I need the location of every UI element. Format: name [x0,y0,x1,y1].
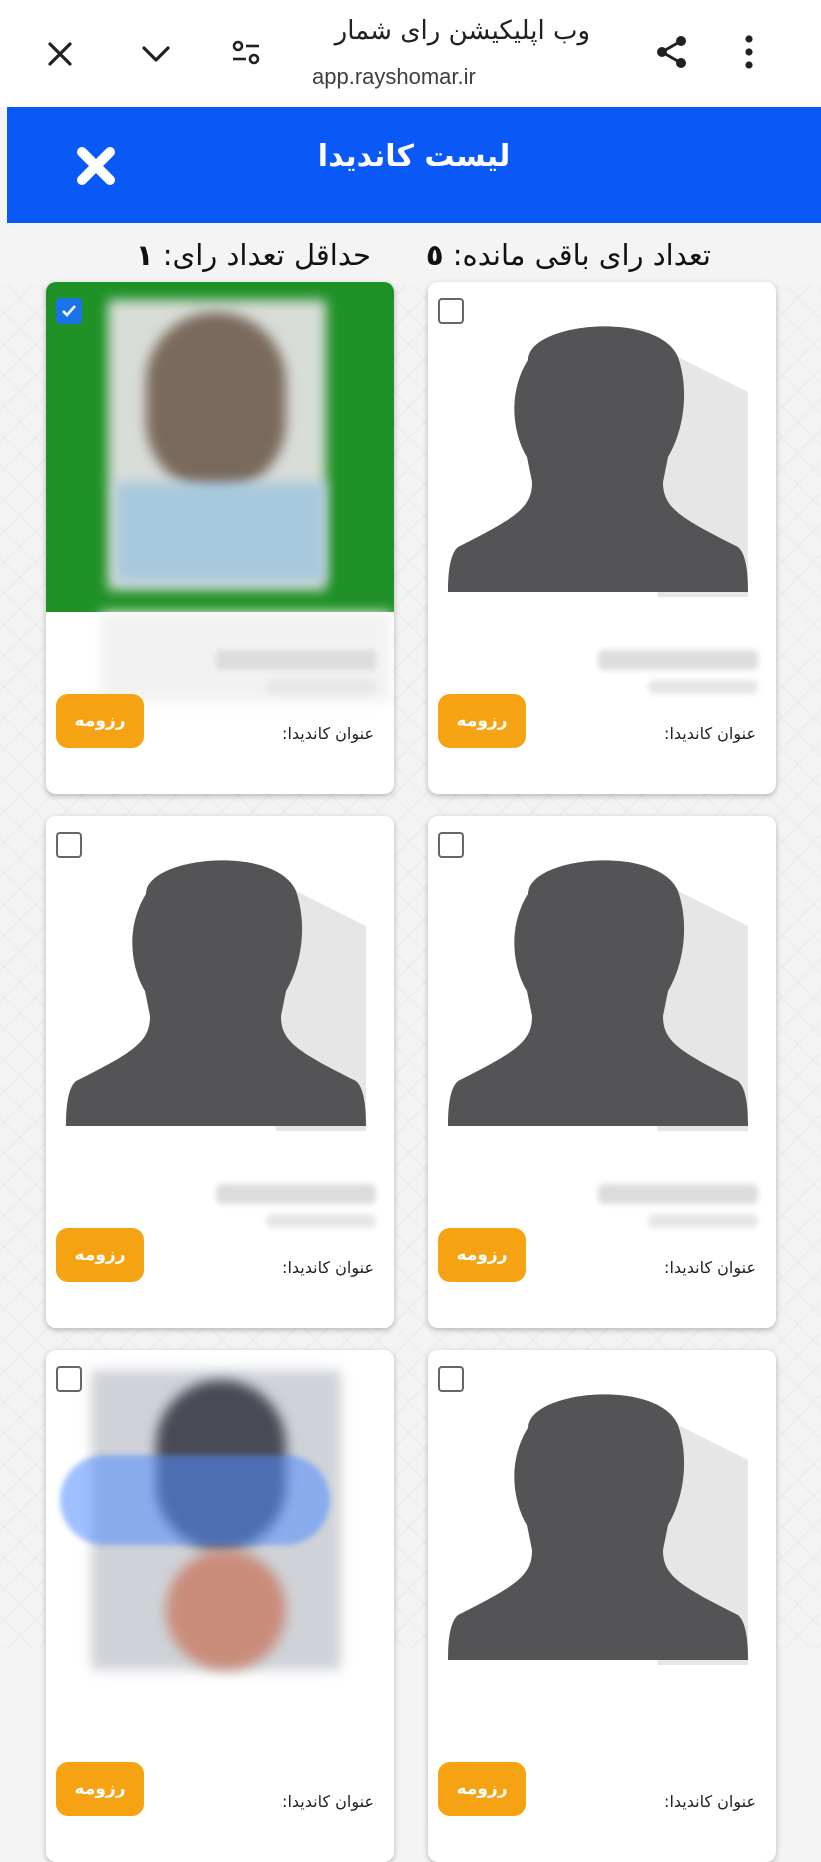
min-votes-label: حداقل تعداد رای: [162,238,371,272]
vote-info: تعداد رای باقی مانده: ٥ حداقل تعداد رای:… [0,238,821,284]
candidate-photo [428,282,776,630]
candidate-title-label: عنوان کاندیدا: [664,724,756,743]
browser-toolbar: وب اپلیکیشن رای شمار app.rayshomar.ir [0,0,821,107]
min-votes: حداقل تعداد رای: ١ [136,238,371,272]
candidate-name [216,1184,376,1204]
candidate-subtitle [266,1214,376,1228]
candidate-photo [428,816,776,1164]
candidate-checkbox[interactable] [438,832,464,858]
candidate-title-label: عنوان کاندیدا: [664,1792,756,1811]
candidate-checkbox[interactable] [56,832,82,858]
candidate-title-label: عنوان کاندیدا: [282,1258,374,1277]
candidate-card[interactable]: رزومه عنوان کاندیدا: [428,816,776,1328]
candidate-checkbox-checked[interactable] [56,298,82,324]
resume-button[interactable]: رزومه [56,694,144,748]
candidate-name [598,650,758,670]
resume-button[interactable]: رزومه [438,1228,526,1282]
share-icon[interactable] [648,28,696,76]
candidate-checkbox[interactable] [438,298,464,324]
candidate-title-label: عنوان کاندیدا: [282,1792,374,1811]
resume-button[interactable]: رزومه [438,694,526,748]
remaining-votes-label: تعداد رای باقی مانده: [452,238,711,272]
remaining-votes: تعداد رای باقی مانده: ٥ [426,238,711,272]
blurred-photo-chin [166,1550,286,1670]
candidate-photo [46,816,394,1164]
candidate-checkbox[interactable] [56,1366,82,1392]
candidate-card-selected[interactable]: رزومه عنوان کاندیدا: [46,282,394,794]
page-title: وب اپلیکیشن رای شمار [334,16,590,46]
candidate-subtitle [648,1214,758,1228]
candidate-card[interactable]: رزومه عنوان کاندیدا: [46,1350,394,1862]
candidate-subtitle [648,680,758,694]
candidate-checkbox[interactable] [438,1366,464,1392]
more-vert-icon[interactable] [725,28,773,76]
candidate-photo [428,1350,776,1698]
min-votes-value: ١ [135,238,154,272]
candidate-title-label: عنوان کاندیدا: [282,724,374,743]
candidate-photo [46,282,394,612]
resume-button[interactable]: رزومه [56,1228,144,1282]
resume-button[interactable]: رزومه [438,1762,526,1816]
url-host: app.rayshomar.ir [312,64,476,89]
candidate-subtitle [266,680,376,694]
chevron-down-icon[interactable] [132,30,180,78]
header-title: لیست کاندیدا [317,139,511,174]
url-bar[interactable]: وب اپلیکیشن رای شمار app.rayshomar.ir [300,10,620,100]
candidate-title-label: عنوان کاندیدا: [664,1258,756,1277]
resume-button[interactable]: رزومه [56,1762,144,1816]
candidate-name [216,650,376,670]
close-icon[interactable] [36,30,84,78]
blurred-photo-face [146,312,286,492]
remaining-votes-value: ٥ [425,238,444,272]
candidate-name [598,1184,758,1204]
floating-overlay [60,1455,330,1545]
candidate-card[interactable]: رزومه عنوان کاندیدا: [428,282,776,794]
candidate-card[interactable]: رزومه عنوان کاندیدا: [46,816,394,1328]
tune-icon[interactable] [222,28,270,76]
candidate-card[interactable]: رزومه عنوان کاندیدا: [428,1350,776,1862]
blurred-photo-shirt [116,482,326,582]
app-header: لیست کاندیدا [7,107,821,223]
